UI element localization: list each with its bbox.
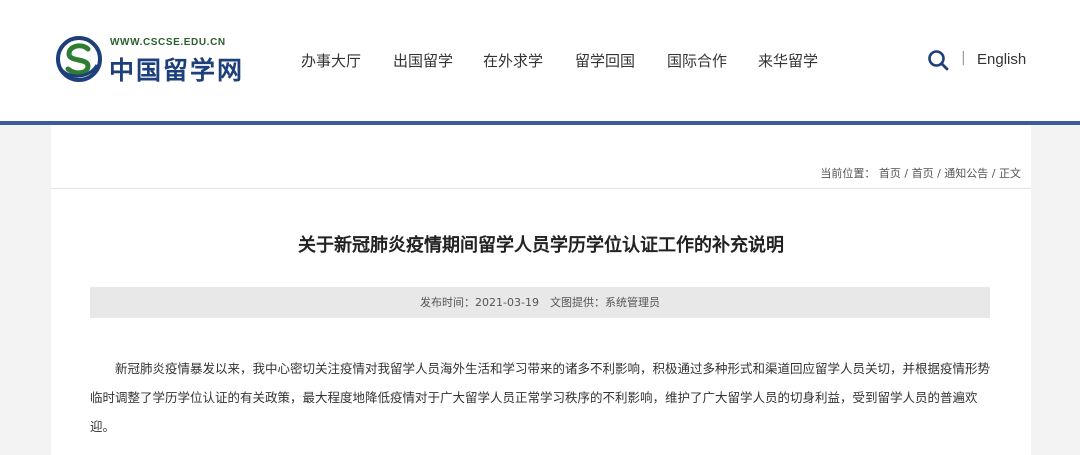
breadcrumb-divider [51, 188, 1031, 189]
header-separator: | [961, 50, 966, 66]
logo-name-text: 中国留学网 [109, 56, 245, 85]
nav-item-international-cooperation[interactable]: 国际合作 [667, 50, 727, 71]
article-paragraph: 新冠肺炎疫情暴发以来，我中心密切关注疫情对我留学人员海外生活和学习带来的诸多不利… [90, 361, 991, 434]
logo-emblem-icon [56, 36, 102, 82]
site-logo[interactable]: WWW.CSCSE.EDU.CN 中国留学网 [55, 33, 255, 85]
article-meta: 发布时间：2021-03-19 文图提供：系统管理员 [90, 287, 990, 318]
nav-item-return-home[interactable]: 留学回国 [575, 50, 635, 71]
search-icon[interactable] [927, 49, 949, 71]
logo-domain-text: WWW.CSCSE.EDU.CN [110, 37, 226, 48]
breadcrumb[interactable]: 当前位置： 首页 / 首页 / 通知公告 / 正文 [820, 165, 1021, 181]
nav-item-study-abroad[interactable]: 出国留学 [393, 50, 453, 71]
article-card: 当前位置： 首页 / 首页 / 通知公告 / 正文 关于新冠肺炎疫情期间留学人员… [51, 125, 1031, 455]
article-title: 关于新冠肺炎疫情期间留学人员学历学位认证工作的补充说明 [298, 235, 784, 256]
nav-item-service-hall[interactable]: 办事大厅 [301, 50, 361, 71]
site-header: WWW.CSCSE.EDU.CN 中国留学网 办事大厅 出国留学 在外求学 留学… [0, 0, 1080, 125]
nav-item-studying-overseas[interactable]: 在外求学 [483, 50, 543, 71]
nav-item-study-in-china[interactable]: 来华留学 [758, 50, 818, 71]
english-link[interactable]: English [977, 51, 1026, 68]
